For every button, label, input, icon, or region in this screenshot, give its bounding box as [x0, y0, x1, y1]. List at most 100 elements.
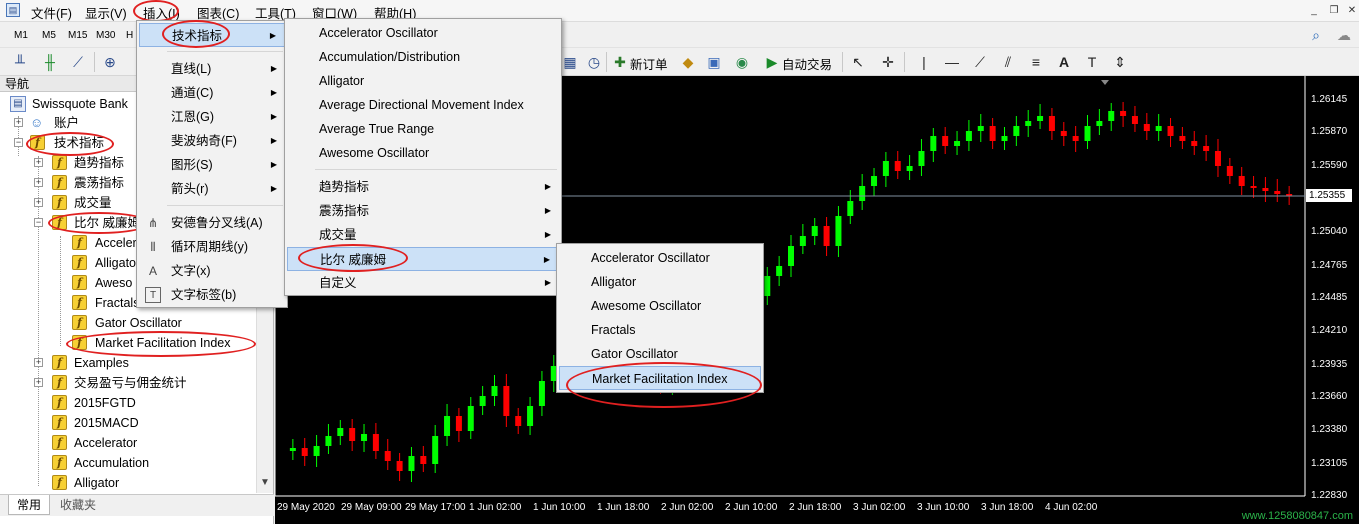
- auto-trading-icon[interactable]: ▶: [762, 52, 782, 72]
- tree-root[interactable]: Swissquote Bank: [32, 94, 128, 114]
- tree-item-accumulation[interactable]: Accumulation: [74, 453, 149, 473]
- expand-icon[interactable]: +: [14, 118, 23, 127]
- insert-menu-shapes[interactable]: 图形(S) ▶: [139, 153, 285, 177]
- close-icon[interactable]: ✕: [1344, 4, 1359, 18]
- menu-item-label: Alligator: [319, 74, 365, 88]
- menu-view[interactable]: 显示(V): [82, 3, 130, 22]
- submenu-bill-williams[interactable]: 比尔 威廉姆 ▶: [287, 247, 559, 271]
- search-icon[interactable]: ⌕: [1306, 25, 1326, 45]
- candle-body: [989, 126, 996, 141]
- expand-icon[interactable]: +: [34, 358, 43, 367]
- indicator-atr[interactable]: Average True Range: [287, 117, 559, 141]
- candlestick-icon[interactable]: ╫: [40, 52, 60, 72]
- bw-accelerator[interactable]: Accelerator Oscillator: [559, 246, 761, 270]
- tree-item-trend[interactable]: 趋势指标: [74, 153, 124, 173]
- tree-item-2015fgtd[interactable]: 2015FGTD: [74, 393, 136, 413]
- tab-common[interactable]: 常用: [8, 495, 51, 515]
- tree-item-examples[interactable]: Examples: [74, 353, 129, 373]
- vertical-line-icon[interactable]: |: [914, 52, 934, 72]
- insert-menu-arrows[interactable]: 箭头(r) ▶: [139, 177, 285, 201]
- scroll-down-icon[interactable]: ▼: [260, 477, 270, 488]
- tree-item-accounts[interactable]: 账户: [54, 113, 79, 133]
- collapse-icon[interactable]: −: [34, 218, 43, 227]
- tree-item-gator[interactable]: Gator Oscillator: [95, 313, 182, 333]
- tree-item-alligator-custom[interactable]: Alligator: [74, 473, 119, 493]
- fibonacci-icon[interactable]: ≡: [1026, 52, 1046, 72]
- indicator-alligator[interactable]: Alligator: [287, 69, 559, 93]
- timeframe-m5[interactable]: M5: [42, 30, 56, 41]
- periods-icon[interactable]: ◷: [584, 52, 604, 72]
- candle-body: [1143, 124, 1150, 131]
- submenu-arrow-icon: ▶: [270, 160, 277, 169]
- restore-icon[interactable]: ❐: [1326, 4, 1342, 18]
- tree-item-mfi[interactable]: Market Facilitation Index: [95, 333, 230, 353]
- insert-menu-gann[interactable]: 江恩(G) ▶: [139, 105, 285, 129]
- horizontal-line-icon[interactable]: —: [942, 52, 962, 72]
- tree-item-fractals[interactable]: Fractals: [95, 293, 139, 313]
- tree-item-profit-stats[interactable]: 交易盈亏与佣金统计: [74, 373, 187, 393]
- account-icon[interactable]: ▣: [704, 52, 724, 72]
- submenu-custom[interactable]: 自定义 ▶: [287, 271, 559, 295]
- minimize-icon[interactable]: _: [1306, 4, 1322, 18]
- tree-item-accelerator-custom[interactable]: Accelerator: [74, 433, 137, 453]
- insert-menu-text[interactable]: A 文字(x): [139, 259, 285, 283]
- indicator-accelerator[interactable]: Accelerator Oscillator: [287, 21, 559, 45]
- tree-item-volumes[interactable]: 成交量: [74, 193, 112, 213]
- insert-menu-cycle-lines[interactable]: ⦀ 循环周期线(y): [139, 235, 285, 259]
- timeframe-h1[interactable]: H: [126, 30, 133, 41]
- insert-menu-text-label[interactable]: T 文字标签(b): [139, 283, 285, 307]
- line-chart-icon[interactable]: ⟋: [68, 52, 88, 72]
- submenu-trend[interactable]: 趋势指标 ▶: [287, 175, 559, 199]
- bar-chart-icon[interactable]: ╨: [10, 52, 30, 72]
- insert-menu-indicators[interactable]: 技术指标 ▶: [139, 23, 285, 47]
- submenu-volumes[interactable]: 成交量 ▶: [287, 223, 559, 247]
- expand-icon[interactable]: +: [34, 378, 43, 387]
- menu-file[interactable]: 文件(F): [28, 3, 75, 22]
- tree-item-oscillators[interactable]: 震荡指标: [74, 173, 124, 193]
- expand-icon[interactable]: +: [34, 178, 43, 187]
- arrows-dropdown-icon[interactable]: ⇕: [1110, 52, 1130, 72]
- crosshair-icon[interactable]: ✛: [878, 52, 898, 72]
- tree-item-alligator[interactable]: Alligato: [95, 253, 136, 273]
- cursor-icon[interactable]: ↖: [848, 52, 868, 72]
- insert-menu-channels[interactable]: 通道(C) ▶: [139, 81, 285, 105]
- metaeditor-icon[interactable]: ◆: [678, 52, 698, 72]
- price-tick-label: 1.24485: [1311, 292, 1348, 303]
- indicator-adx[interactable]: Average Directional Movement Index: [287, 93, 559, 117]
- submenu-oscillators[interactable]: 震荡指标 ▶: [287, 199, 559, 223]
- bw-gator[interactable]: Gator Oscillator: [559, 342, 761, 366]
- new-order-button[interactable]: 新订单: [630, 54, 668, 73]
- new-order-icon[interactable]: ✚: [610, 52, 630, 72]
- collapse-icon[interactable]: −: [14, 138, 23, 147]
- indicator-accumulation[interactable]: Accumulation/Distribution: [287, 45, 559, 69]
- equidistant-channel-icon[interactable]: ⫽: [998, 52, 1018, 72]
- template-icon[interactable]: ▦: [560, 52, 580, 72]
- tree-item-2015macd[interactable]: 2015MACD: [74, 413, 139, 433]
- auto-trading-button[interactable]: 自动交易: [782, 54, 832, 73]
- signals-icon[interactable]: ◉: [732, 52, 752, 72]
- text-label-icon[interactable]: T: [1082, 52, 1102, 72]
- bw-market-facilitation-index[interactable]: Market Facilitation Index: [559, 366, 761, 390]
- timeframe-m1[interactable]: M1: [14, 30, 28, 41]
- tab-favorites[interactable]: 收藏夹: [52, 495, 104, 515]
- bw-alligator[interactable]: Alligator: [559, 270, 761, 294]
- menu-item-label: Average Directional Movement Index: [319, 98, 524, 112]
- expand-icon[interactable]: +: [34, 158, 43, 167]
- expand-icon[interactable]: +: [34, 198, 43, 207]
- insert-menu-andrews-pitchfork[interactable]: ⋔ 安德鲁分叉线(A): [139, 211, 285, 235]
- tree-item-accelerator[interactable]: Acceler: [95, 233, 137, 253]
- insert-menu-lines[interactable]: 直线(L) ▶: [139, 57, 285, 81]
- timeframe-m30[interactable]: M30: [96, 30, 115, 41]
- tree-item-indicators[interactable]: 技术指标: [54, 133, 104, 153]
- tree-item-awesome[interactable]: Aweso: [95, 273, 132, 293]
- bw-awesome[interactable]: Awesome Oscillator: [559, 294, 761, 318]
- indicator-awesome[interactable]: Awesome Oscillator: [287, 141, 559, 165]
- text-icon[interactable]: A: [1054, 52, 1074, 72]
- chat-icon[interactable]: ☁: [1334, 25, 1354, 45]
- zoom-in-icon[interactable]: ⊕: [100, 52, 120, 72]
- tree-item-bill-williams[interactable]: 比尔 威廉姆: [74, 213, 140, 233]
- timeframe-m15[interactable]: M15: [68, 30, 87, 41]
- insert-menu-fibonacci[interactable]: 斐波纳奇(F) ▶: [139, 129, 285, 153]
- bw-fractals[interactable]: Fractals: [559, 318, 761, 342]
- trendline-icon[interactable]: ⟋: [970, 52, 990, 72]
